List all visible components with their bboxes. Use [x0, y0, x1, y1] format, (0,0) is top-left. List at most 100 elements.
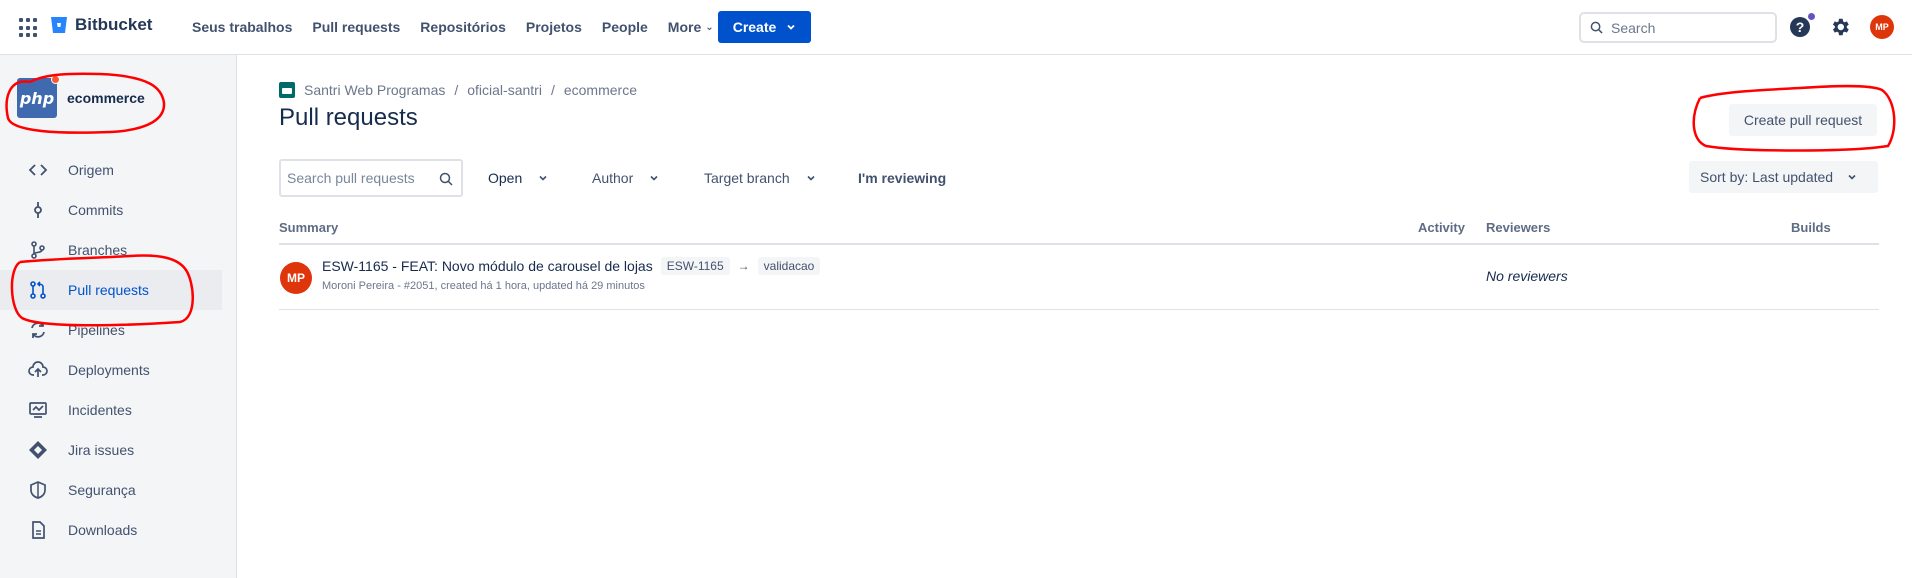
nav-label: Projetos: [525, 19, 582, 35]
source-branch-chip[interactable]: ESW-1165: [660, 257, 730, 275]
repo-sidebar: php ecommerce Origem Commits Branches Pu…: [0, 55, 237, 578]
sidebar-item-label: Jira issues: [68, 442, 135, 458]
gear-icon[interactable]: [1829, 16, 1851, 38]
bitbucket-icon: [51, 17, 67, 33]
code-icon: [28, 164, 48, 176]
pr-meta: Moroni Pereira - #2051, created há 1 hor…: [322, 280, 645, 292]
page-title: Pull requests: [279, 104, 418, 131]
monitor-icon: [29, 402, 47, 418]
nav-projetos[interactable]: Projetos: [516, 11, 592, 43]
jira-icon: [29, 441, 47, 459]
nav-label: People: [601, 19, 648, 35]
workspace-icon: [279, 82, 295, 98]
sidebar-item-seguranca[interactable]: Segurança: [0, 470, 222, 510]
column-reviewers: Reviewers: [1486, 220, 1551, 235]
table-row[interactable]: MP ESW-1165 - FEAT: Novo módulo de carou…: [279, 247, 1879, 310]
notification-dot: [1808, 13, 1815, 20]
breadcrumb-repo[interactable]: ecommerce: [564, 82, 637, 98]
repo-avatar-text: php: [19, 88, 55, 108]
pr-title-link[interactable]: ESW-1165 - FEAT: Novo módulo de carousel…: [322, 258, 653, 274]
nav-seus-trabalhos[interactable]: Seus trabalhos: [182, 11, 302, 43]
nav-people[interactable]: People: [592, 11, 658, 43]
target-branch-filter-label: Target branch: [704, 170, 790, 186]
global-search-input[interactable]: [1611, 19, 1761, 36]
pull-request-icon: [30, 281, 46, 299]
sidebar-item-pull-requests[interactable]: Pull requests: [0, 270, 222, 310]
sidebar-item-label: Branches: [68, 242, 128, 258]
reviewers-value: No reviewers: [1486, 268, 1568, 284]
cloud-upload-icon: [28, 361, 48, 377]
target-branch-chip[interactable]: validacao: [757, 257, 821, 275]
sidebar-item-origem[interactable]: Origem: [0, 150, 222, 190]
pipelines-icon: [31, 322, 45, 338]
bitbucket-logo[interactable]: Bitbucket: [50, 15, 152, 35]
commit-icon: [34, 202, 42, 218]
chevron-down-icon: [650, 175, 658, 181]
sidebar-item-branches[interactable]: Branches: [0, 230, 222, 270]
sidebar-item-label: Commits: [68, 202, 124, 218]
sidebar-item-label: Downloads: [68, 522, 138, 538]
sidebar-item-incidentes[interactable]: Incidentes: [0, 390, 222, 430]
target-branch-filter-dropdown[interactable]: Target branch: [704, 159, 816, 197]
nav-more[interactable]: More ⌄: [658, 11, 724, 43]
create-pull-request-button[interactable]: Create pull request: [1729, 104, 1877, 136]
state-filter-dropdown[interactable]: Open: [488, 159, 548, 197]
sidebar-item-pipelines[interactable]: Pipelines: [0, 310, 222, 350]
create-button[interactable]: Create: [718, 11, 811, 43]
pr-filters: Open Author Target branch I'm reviewing …: [279, 159, 1879, 197]
nav-label: Repositórios: [420, 19, 506, 35]
chevron-down-icon: [539, 175, 547, 181]
sidebar-nav: Origem Commits Branches Pull requests Pi…: [0, 150, 222, 550]
sort-label: Sort by: Last updated: [1700, 169, 1834, 185]
branch-icon: [31, 241, 45, 259]
author-avatar: MP: [280, 262, 312, 294]
pr-table-header: Summary Activity Reviewers Builds: [279, 219, 1879, 245]
svg-text:?: ?: [1796, 19, 1805, 35]
repo-name: ecommerce: [67, 90, 145, 106]
sidebar-item-label: Pull requests: [68, 282, 149, 298]
search-icon: [1590, 21, 1603, 34]
sidebar-item-label: Origem: [68, 162, 114, 178]
sidebar-item-downloads[interactable]: Downloads: [0, 510, 222, 550]
user-avatar[interactable]: MP: [1870, 15, 1894, 39]
pr-search-input[interactable]: [287, 170, 435, 186]
breadcrumb-separator: /: [550, 82, 555, 98]
chevron-down-icon: [1848, 174, 1856, 180]
global-search[interactable]: [1579, 12, 1777, 43]
app-switcher-icon[interactable]: [19, 18, 39, 38]
help-icon[interactable]: ?: [1789, 16, 1811, 38]
nav-repositorios[interactable]: Repositórios: [410, 11, 516, 43]
state-filter-label: Open: [488, 170, 523, 186]
author-filter-dropdown[interactable]: Author: [592, 159, 659, 197]
author-filter-label: Author: [592, 170, 634, 186]
sidebar-item-commits[interactable]: Commits: [0, 190, 222, 230]
nav-pull-requests[interactable]: Pull requests: [302, 11, 410, 43]
breadcrumb: Santri Web Programas / oficial-santri / …: [279, 82, 637, 98]
nav-label: More: [667, 19, 702, 35]
column-builds: Builds: [1791, 220, 1831, 235]
arrow-right-icon: →: [737, 259, 750, 273]
repo-header[interactable]: php ecommerce: [17, 75, 145, 118]
nav-label: Seus trabalhos: [192, 19, 293, 35]
sidebar-item-label: Segurança: [68, 482, 136, 498]
nav-label: Pull requests: [312, 19, 401, 35]
sidebar-item-jira-issues[interactable]: Jira issues: [0, 430, 222, 470]
lock-icon: [51, 75, 60, 84]
search-icon: [439, 172, 453, 186]
top-navigation: Bitbucket Seus trabalhos Pull requests R…: [0, 0, 1912, 55]
chevron-down-icon: [787, 24, 795, 30]
file-icon: [32, 521, 45, 539]
repo-avatar: php: [17, 75, 60, 118]
pr-search-field[interactable]: [279, 159, 463, 197]
im-reviewing-filter[interactable]: I'm reviewing: [858, 159, 946, 197]
sidebar-item-label: Pipelines: [68, 322, 125, 338]
breadcrumb-workspace[interactable]: Santri Web Programas: [304, 82, 445, 98]
sidebar-item-label: Incidentes: [68, 402, 132, 418]
sidebar-item-label: Deployments: [68, 362, 150, 378]
breadcrumb-project[interactable]: oficial-santri: [467, 82, 542, 98]
shield-icon: [30, 481, 46, 499]
sidebar-item-deployments[interactable]: Deployments: [0, 350, 222, 390]
chevron-down-icon: [807, 175, 815, 181]
create-button-label: Create: [732, 19, 777, 35]
sort-dropdown[interactable]: Sort by: Last updated: [1689, 161, 1878, 193]
